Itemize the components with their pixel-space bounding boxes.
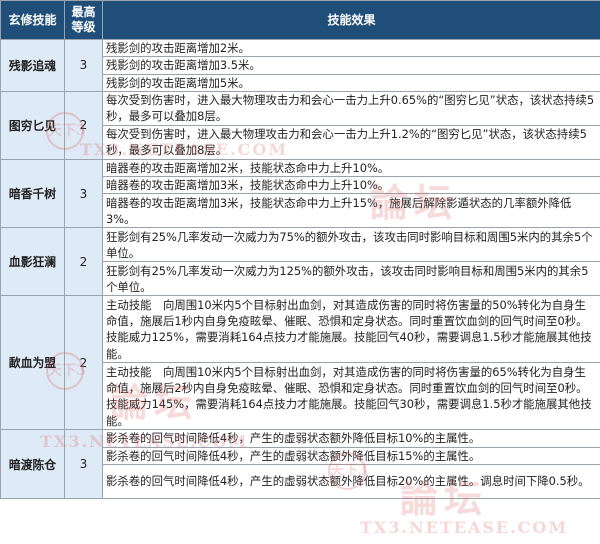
header-level: 最高 等级 (64, 0, 103, 40)
table-row: 血影狂澜 2 狂影剑有25%几率发动一次威力为75%的额外攻击，该攻击同时影响目… (0, 227, 600, 297)
skill-name: 暗香千树 (0, 158, 65, 229)
skill-effect: 残影剑的攻击距离增加2米。 (102, 38, 600, 58)
header-skill: 玄修技能 (0, 0, 65, 40)
skill-effect: 狂影剑有25%几率发动一次威力为125%的额外攻击，该攻击同时影响目标和周围5米… (102, 261, 600, 297)
header-row: 玄修技能 最高 等级 技能效果 (0, 0, 600, 40)
skill-effect: 狂影剑有25%几率发动一次威力为75%的额外攻击，该攻击同时影响目标和周围5米内… (102, 227, 600, 263)
skill-name: 血影狂澜 (0, 227, 65, 297)
skill-table: 玄修技能 最高 等级 技能效果 残影追魂 3 残影剑的攻击距离增加2米。 残影剑… (0, 0, 600, 500)
skill-name: 图穷匕见 (0, 90, 65, 160)
skill-name: 暗渡陈仓 (0, 429, 65, 500)
skill-max-level: 2 (64, 227, 103, 297)
table-row: 图穷匕见 2 每次受到伤害时，进入最大物理攻击力和会心一击力上升0.65%的“图… (0, 90, 600, 160)
header-level-line2: 等级 (71, 20, 96, 34)
skill-effect: 残影剑的攻击距离增加5米。 (102, 73, 600, 92)
skill-effect: 影杀卷的回气时间降低4秒，产生的虚弱状态额外降低目标15%的主属性。 (102, 446, 600, 466)
skill-effect: 暗器卷的攻击距离增加3米，技能状态命中力上升15%，施展后解除影遁状态的几率额外… (102, 193, 600, 229)
skill-max-level: 3 (64, 158, 103, 229)
skill-max-level: 2 (64, 295, 103, 431)
skill-name: 残影追魂 (0, 39, 65, 92)
skill-effect: 影杀卷的回气时间降低4秒，产生的虚弱状态额外降低目标20%的主属性。调息时间下降… (102, 464, 600, 500)
skill-effect: 暗器卷的攻击距离增加2米，技能状态命中力上升10%。 (102, 158, 600, 178)
skill-effect: 残影剑的攻击距离增加3.5米。 (102, 56, 600, 75)
skill-effect: 每次受到伤害时，进入最大物理攻击力和会心一击力上升1.2%的“图穷匕见”状态，该… (102, 124, 600, 160)
skill-effect: 每次受到伤害时，进入最大物理攻击力和会心一击力上升0.65%的“图穷匕见”状态，… (102, 90, 600, 126)
table-row: 残影追魂 3 残影剑的攻击距离增加2米。 (0, 38, 600, 92)
skill-effect: 主动技能 向周围10米内5个目标射出血剑，对其造成伤害的同时将伤害量的50%转化… (102, 295, 600, 364)
skill-name: 歃血为盟 (0, 295, 65, 431)
table-row: 歃血为盟 2 主动技能 向周围10米内5个目标射出血剑，对其造成伤害的同时将伤害… (0, 295, 600, 431)
header-level-line1: 最高 (71, 5, 96, 19)
table-row: 暗香千树 3 暗器卷的攻击距离增加2米，技能状态命中力上升10%。 (0, 158, 600, 229)
skill-effect: 主动技能 向周围10米内5个目标射出血剑，对其造成伤害的同时将伤害量的65%转化… (102, 362, 600, 431)
skill-max-level: 2 (64, 90, 103, 160)
table-row: 暗渡陈仓 3 影杀卷的回气时间降低4秒，产生的虚弱状态额外降低目标10%的主属性… (0, 429, 600, 500)
skill-effect: 影杀卷的回气时间降低4秒，产生的虚弱状态额外降低目标10%的主属性。 (102, 429, 600, 448)
skill-max-level: 3 (64, 429, 103, 500)
skill-max-level: 3 (64, 39, 103, 92)
watermark-url: TX3.NETEASE.COM (360, 518, 569, 537)
skill-effect: 暗器卷的攻击距离增加3米，技能状态命中力上升10%。 (102, 176, 600, 195)
header-effect: 技能效果 (102, 0, 600, 40)
